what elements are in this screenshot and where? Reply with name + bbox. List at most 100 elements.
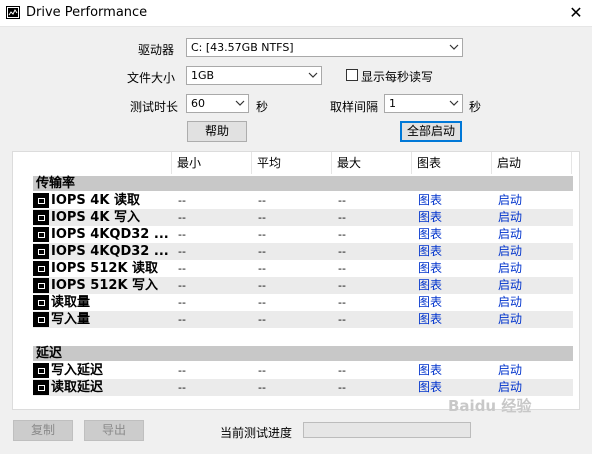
column-header-min: 最小 [177,156,202,170]
table-row: IOPS 512K 写入 -- -- -- 图表 启动 [33,277,573,294]
filesize-select[interactable]: 1GB [186,66,322,85]
start-all-button[interactable]: 全部启动 [400,121,462,142]
row-avg: -- [258,262,266,275]
table-row: IOPS 512K 读取 -- -- -- 图表 启动 [33,260,573,277]
chart-link[interactable]: 图表 [418,260,442,277]
row-max: -- [338,228,346,241]
interval-value: 1 [389,97,396,110]
duration-value: 60 [191,97,205,110]
drive-value: C: [43.57GB NTFS] [191,41,294,54]
drive-label: 驱动器 [138,43,175,57]
table-row: 写入延迟 -- -- -- 图表 启动 [33,362,573,379]
chevron-down-icon [308,72,318,78]
interval-label: 取样间隔 [330,100,379,114]
row-avg: -- [258,279,266,292]
row-name: 读取量 [51,295,91,310]
series-color-swatch [33,210,49,225]
section-header-transfer-rate: 传输率 [33,176,573,191]
row-avg: -- [258,194,266,207]
table-row: 读取量 -- -- -- 图表 启动 [33,294,573,311]
start-link[interactable]: 启动 [498,311,522,328]
series-color-swatch [33,278,49,293]
chevron-down-icon [235,100,245,106]
row-name: 读取延迟 [51,380,104,395]
show-per-second-label: 显示每秒读写 [361,70,434,84]
column-header-start: 启动 [497,156,522,170]
row-name: IOPS 512K 读取 [51,261,159,276]
series-color-swatch [33,295,49,310]
duration-unit: 秒 [256,100,269,114]
chart-link[interactable]: 图表 [418,362,442,379]
app-icon [6,6,20,19]
row-min: -- [178,228,186,241]
row-max: -- [338,279,346,292]
table-row: 写入量 -- -- -- 图表 启动 [33,311,573,328]
table-row: IOPS 4K 写入 -- -- -- 图表 启动 [33,209,573,226]
chart-link[interactable]: 图表 [418,379,442,396]
filesize-value: 1GB [191,69,215,82]
chart-link[interactable]: 图表 [418,294,442,311]
close-icon[interactable]: ✕ [562,1,590,25]
row-max: -- [338,296,346,309]
drive-select[interactable]: C: [43.57GB NTFS] [186,38,463,57]
chart-link[interactable]: 图表 [418,192,442,209]
row-min: -- [178,262,186,275]
row-min: -- [178,245,186,258]
chart-link[interactable]: 图表 [418,209,442,226]
chart-link[interactable]: 图表 [418,311,442,328]
progress-bar [303,422,471,438]
series-color-swatch [33,312,49,327]
row-min: -- [178,296,186,309]
row-avg: -- [258,296,266,309]
row-name: 写入量 [51,312,91,327]
row-avg: -- [258,313,266,326]
column-header-max: 最大 [337,156,362,170]
copy-button[interactable]: 复制 [13,420,73,441]
export-button[interactable]: 导出 [84,420,144,441]
start-link[interactable]: 启动 [498,294,522,311]
row-name: IOPS 512K 写入 [51,278,159,293]
series-color-swatch [33,227,49,242]
start-link[interactable]: 启动 [498,243,522,260]
chevron-down-icon [449,44,459,50]
series-color-swatch [33,363,49,378]
row-max: -- [338,211,346,224]
start-link[interactable]: 启动 [498,226,522,243]
start-link[interactable]: 启动 [498,362,522,379]
help-button[interactable]: 帮助 [187,121,247,142]
start-link[interactable]: 启动 [498,379,522,396]
row-name: 写入延迟 [51,363,104,378]
section-header-latency: 延迟 [33,346,573,361]
column-header-chart: 图表 [417,156,442,170]
table-row: 读取延迟 -- -- -- 图表 启动 [33,379,573,396]
row-max: -- [338,194,346,207]
progress-label: 当前测试进度 [220,426,293,440]
duration-select[interactable]: 60 [186,94,249,113]
row-name: IOPS 4KQD32 ... [51,227,169,242]
row-min: -- [178,211,186,224]
start-link[interactable]: 启动 [498,260,522,277]
chart-link[interactable]: 图表 [418,277,442,294]
filesize-label: 文件大小 [127,71,176,85]
row-max: -- [338,364,346,377]
table-row: IOPS 4KQD32 ... -- -- -- 图表 启动 [33,226,573,243]
row-avg: -- [258,211,266,224]
row-max: -- [338,381,346,394]
chart-link[interactable]: 图表 [418,243,442,260]
chart-link[interactable]: 图表 [418,226,442,243]
start-link[interactable]: 启动 [498,209,522,226]
start-link[interactable]: 启动 [498,277,522,294]
row-name: IOPS 4KQD32 ... [51,244,169,259]
row-min: -- [178,381,186,394]
series-color-swatch [33,380,49,395]
column-header-avg: 平均 [257,156,282,170]
row-avg: -- [258,381,266,394]
table-row: IOPS 4K 读取 -- -- -- 图表 启动 [33,192,573,209]
show-per-second-checkbox[interactable] [346,69,358,81]
row-avg: -- [258,228,266,241]
row-min: -- [178,279,186,292]
row-min: -- [178,364,186,377]
start-link[interactable]: 启动 [498,192,522,209]
interval-select[interactable]: 1 [384,94,463,113]
row-name: IOPS 4K 读取 [51,193,140,208]
